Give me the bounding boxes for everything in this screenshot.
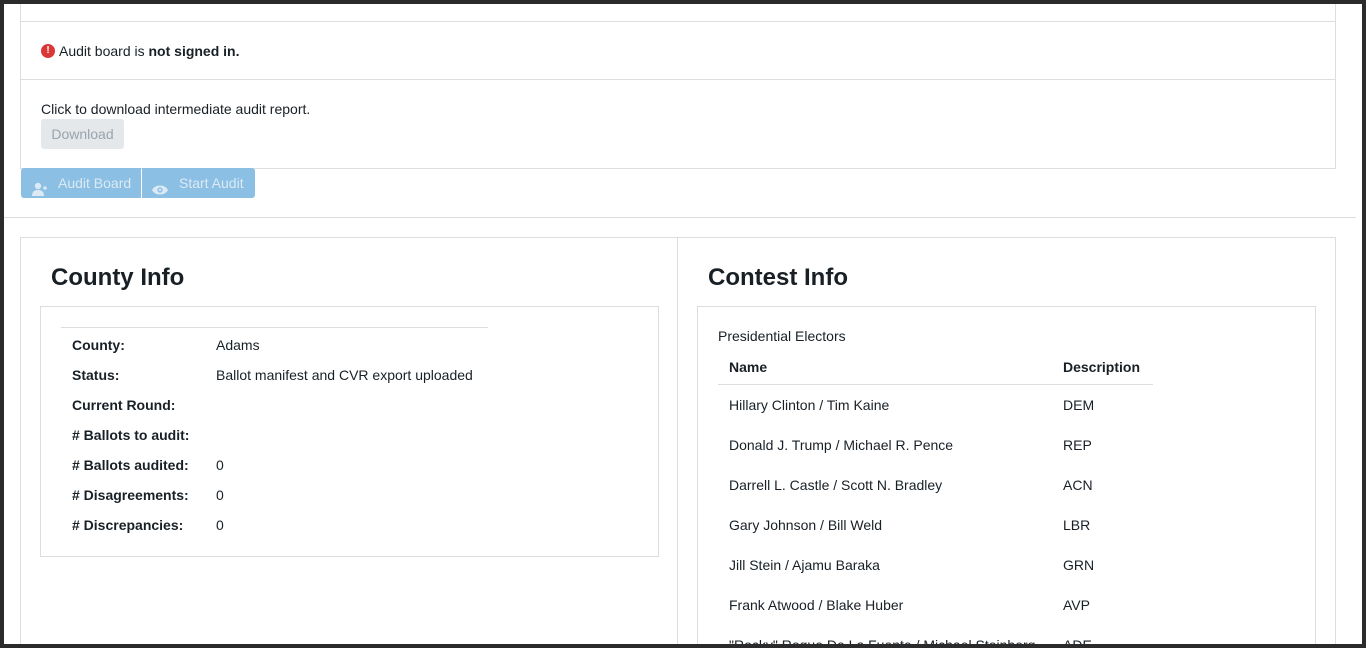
eye-icon: [152, 176, 168, 206]
contest-table: Name Description Hillary Clinton / Tim K…: [718, 350, 1153, 648]
contest-table-row: Hillary Clinton / Tim Kaine DEM: [718, 385, 1153, 426]
top-card-stub: [20, 4, 1336, 22]
download-button[interactable]: Download: [41, 119, 124, 149]
county-info-key: # Ballots to audit:: [72, 427, 190, 443]
candidate-name: Donald J. Trump / Michael R. Pence: [729, 437, 954, 453]
signin-status-text: Audit board is not signed in.: [59, 43, 240, 59]
contest-info-title: Contest Info: [708, 264, 848, 291]
county-info-row: # Discrepancies: 0: [61, 510, 488, 540]
county-info-row: # Disagreements: 0: [61, 480, 488, 510]
county-info-row: # Ballots audited: 0: [61, 450, 488, 480]
candidate-description: ADE: [1063, 637, 1092, 648]
signin-status-card: ! Audit board is not signed in.: [20, 21, 1336, 80]
contest-table-header: Name Description: [718, 350, 1153, 385]
contest-name: Presidential Electors: [718, 328, 846, 344]
county-info-card: County: Adams Status: Ballot manifest and C…: [40, 306, 659, 557]
county-info-row: Status: Ballot manifest and CVR export up…: [61, 360, 488, 390]
candidate-name: Hillary Clinton / Tim Kaine: [729, 397, 890, 413]
county-info-key: # Discrepancies:: [72, 517, 184, 533]
candidate-description: DEM: [1063, 397, 1095, 413]
county-info-value: Adams: [216, 337, 260, 353]
county-info-value: 0: [216, 487, 224, 503]
section-divider: [4, 217, 1356, 218]
county-info-key: Current Round:: [72, 397, 176, 413]
contest-table-row: Gary Johnson / Bill Weld LBR: [718, 505, 1153, 545]
candidate-description: GRN: [1063, 557, 1095, 573]
county-info-row: County: Adams: [61, 328, 488, 361]
county-info-panel: County Info County: Adams Status: Ballot ma…: [20, 237, 678, 644]
download-label: Click to download intermediate audit rep…: [41, 101, 311, 117]
county-info-value: 0: [216, 517, 224, 533]
county-info-value: [205, 420, 488, 450]
county-info-value: 0: [216, 457, 224, 473]
county-info-row: Current Round:: [61, 390, 488, 420]
candidate-description: ACN: [1063, 477, 1093, 493]
county-info-key: County:: [72, 337, 125, 353]
candidate-name: "Rocky" Roque De La Fuente / Michael Ste…: [729, 637, 1036, 648]
signin-status-value: not signed in.: [148, 43, 240, 59]
contest-table-row: Frank Atwood / Blake Huber AVP: [718, 585, 1153, 625]
contest-info-card: Presidential Electors Name Description H…: [697, 306, 1316, 648]
candidate-description: REP: [1063, 437, 1092, 453]
download-report-card: Click to download intermediate audit rep…: [20, 79, 1336, 169]
audit-board-button[interactable]: Audit Board: [21, 168, 141, 198]
county-info-table: County: Adams Status: Ballot manifest and C…: [61, 327, 488, 540]
contest-info-panel: Contest Info Presidential Electors Name …: [677, 237, 1336, 648]
candidate-name: Frank Atwood / Blake Huber: [729, 597, 904, 613]
start-audit-button[interactable]: Start Audit: [142, 168, 255, 198]
contest-table-row: Jill Stein / Ajamu Baraka GRN: [718, 545, 1153, 585]
county-info-value: [205, 390, 488, 420]
county-info-value: Ballot manifest and CVR export uploaded: [216, 367, 473, 383]
candidate-description: LBR: [1063, 517, 1091, 533]
county-info-key: # Ballots audited:: [72, 457, 189, 473]
contest-table-row: "Rocky" Roque De La Fuente / Michael Ste…: [718, 625, 1153, 648]
candidate-name: Darrell L. Castle / Scott N. Bradley: [729, 477, 943, 493]
county-info-row: # Ballots to audit:: [61, 420, 488, 450]
error-icon: !: [41, 44, 55, 58]
audit-board-label: Audit Board: [58, 175, 132, 191]
county-info-key: Status:: [72, 367, 120, 383]
page-content: ! Audit board is not signed in. Click to…: [4, 4, 1356, 644]
county-info-key: # Disagreements:: [72, 487, 189, 503]
app-frame: ! Audit board is not signed in. Click to…: [0, 0, 1366, 648]
contest-table-row: Darrell L. Castle / Scott N. Bradley ACN: [718, 465, 1153, 505]
column-header-name: Name: [718, 350, 1052, 385]
user-icon: [32, 176, 48, 206]
candidate-name: Jill Stein / Ajamu Baraka: [729, 557, 880, 573]
candidate-description: AVP: [1063, 597, 1090, 613]
county-info-title: County Info: [51, 264, 185, 291]
contest-table-row: Donald J. Trump / Michael R. Pence REP: [718, 425, 1153, 465]
start-audit-label: Start Audit: [179, 175, 244, 191]
column-header-description: Description: [1052, 350, 1153, 385]
candidate-name: Gary Johnson / Bill Weld: [729, 517, 883, 533]
